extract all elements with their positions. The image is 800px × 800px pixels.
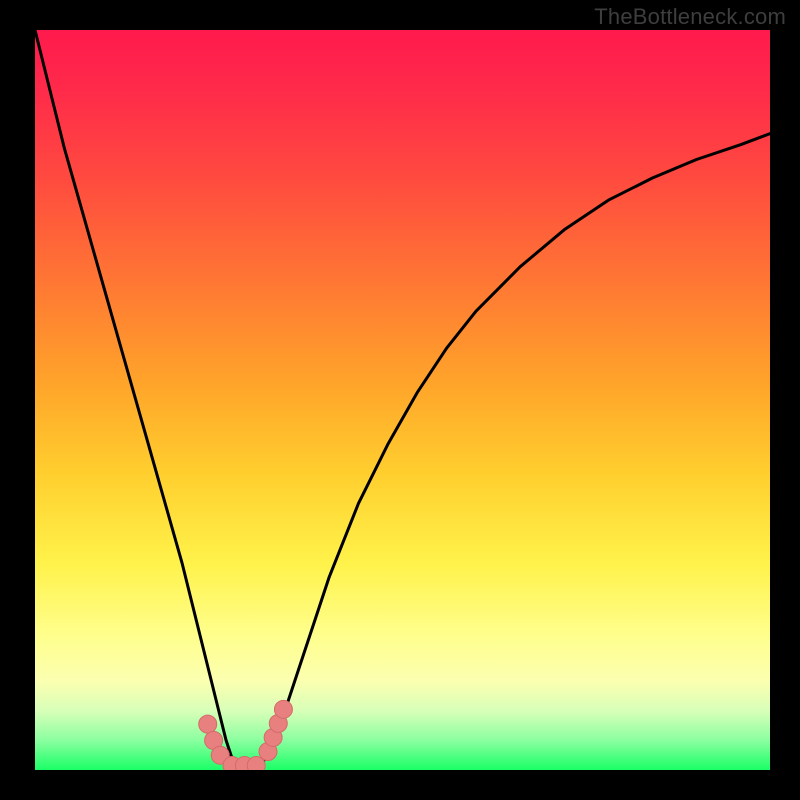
watermark-text: TheBottleneck.com [594,4,786,30]
curve-markers [199,700,293,770]
marker-dot [274,700,292,718]
outer-frame: TheBottleneck.com [0,0,800,800]
bottleneck-curve [35,30,770,770]
marker-dot [199,715,217,733]
plot-area [35,30,770,770]
chart-svg [35,30,770,770]
